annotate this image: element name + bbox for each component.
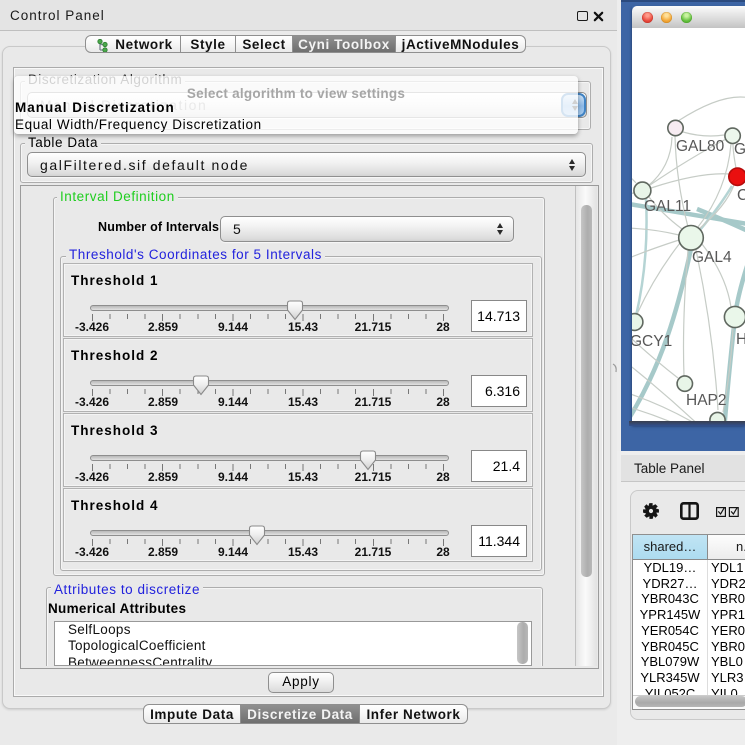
svg-text:GAL80: GAL80 (676, 138, 725, 155)
svg-text:HAP2: HAP2 (686, 392, 727, 409)
svg-text:GA: GA (734, 141, 745, 158)
svg-text:H: H (736, 331, 745, 348)
svg-text:C: C (737, 187, 745, 204)
svg-text:GAL4: GAL4 (692, 249, 732, 266)
svg-text:GCY1: GCY1 (632, 333, 672, 350)
svg-text:GAL11: GAL11 (644, 198, 691, 215)
